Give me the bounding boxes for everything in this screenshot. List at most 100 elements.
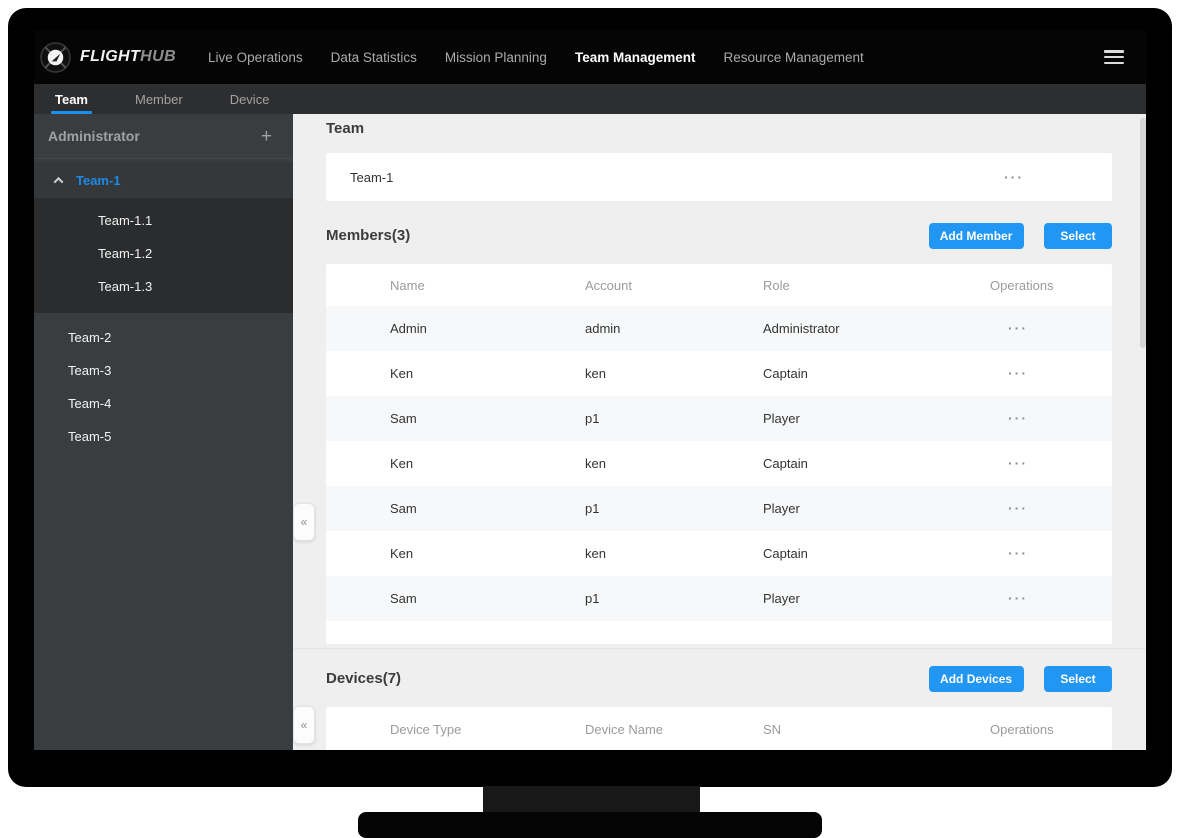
devices-table-header: Device Type Device Name SN Operations (326, 707, 1112, 750)
tab-device[interactable]: Device (228, 84, 272, 114)
member-role: Administrator (763, 321, 990, 336)
more-options-icon[interactable]: ··· (1004, 170, 1024, 184)
table-row: Sam p1 Player ··· (326, 486, 1112, 531)
sidebar-item-label: Team-1 (76, 173, 121, 188)
table-row: Sam p1 Player ··· (326, 396, 1112, 441)
app-body: Administrator + Team-1 Team-1.1 Team-1.2… (34, 114, 1146, 750)
sidebar-top-level-items: Team-2 Team-3 Team-4 Team-5 (34, 313, 293, 453)
more-options-icon[interactable]: ··· (1008, 455, 1028, 471)
nav-item-data-statistics[interactable]: Data Statistics (331, 50, 417, 65)
select-devices-button[interactable]: Select (1044, 666, 1112, 692)
more-options-icon[interactable]: ··· (1008, 545, 1028, 561)
table-row: Ken ken Captain ··· (326, 531, 1112, 576)
member-role: Captain (763, 456, 990, 471)
more-options-icon[interactable]: ··· (1008, 590, 1028, 606)
tab-bar: Team Member Device (34, 84, 1146, 114)
column-header-operations: Operations (990, 722, 1112, 737)
members-table-body: Admin admin Administrator ··· Ken ken Ca… (326, 306, 1112, 621)
member-account: p1 (585, 501, 763, 516)
column-header-sn: SN (763, 722, 990, 737)
chevron-up-icon (54, 176, 64, 186)
table-row: Admin admin Administrator ··· (326, 306, 1112, 351)
member-name: Ken (390, 456, 585, 471)
sidebar-item-team-1-3[interactable]: Team-1.3 (34, 270, 293, 303)
member-name: Ken (390, 546, 585, 561)
nav-item-team-management[interactable]: Team Management (575, 50, 696, 65)
tab-team[interactable]: Team (53, 84, 90, 114)
nav-menu: Live Operations Data Statistics Mission … (208, 50, 864, 65)
table-row: Ken ken Captain ··· (326, 441, 1112, 486)
column-header-account: Account (585, 278, 763, 293)
table-row: Ken ken Captain ··· (326, 351, 1112, 396)
brand-text-secondary: HUB (140, 48, 176, 65)
more-options-icon[interactable]: ··· (1008, 500, 1028, 516)
more-options-icon[interactable]: ··· (1008, 365, 1028, 381)
members-section-head: Members(3) Add Member Select (326, 222, 1112, 249)
brand-text: FLIGHTHUB (80, 48, 176, 66)
member-role: Captain (763, 546, 990, 561)
nav-item-mission-planning[interactable]: Mission Planning (445, 50, 547, 65)
brand[interactable]: FLIGHTHUB (40, 42, 176, 73)
sidebar-item-team-1[interactable]: Team-1 (34, 162, 293, 198)
sidebar-header: Administrator + (34, 114, 293, 159)
brand-text-primary: FLIGHT (80, 48, 140, 65)
devices-section-head: Devices(7) Add Devices Select (326, 665, 1112, 692)
members-table-header: Name Account Role Operations (326, 264, 1112, 306)
member-role: Captain (763, 366, 990, 381)
devices-table: Device Type Device Name SN Operations (326, 707, 1112, 750)
member-name: Sam (390, 591, 585, 606)
devices-section-title: Devices(7) (326, 670, 401, 687)
member-role: Player (763, 501, 990, 516)
tab-member[interactable]: Member (133, 84, 185, 114)
add-team-icon[interactable]: + (261, 127, 272, 146)
member-name: Ken (390, 366, 585, 381)
sidebar-item-team-4[interactable]: Team-4 (34, 387, 293, 420)
column-header-device-name: Device Name (585, 722, 763, 737)
team-1-children: Team-1.1 Team-1.2 Team-1.3 (34, 198, 293, 313)
add-devices-button[interactable]: Add Devices (929, 666, 1024, 692)
member-name: Sam (390, 501, 585, 516)
sidebar-item-team-3[interactable]: Team-3 (34, 354, 293, 387)
nav-item-resource-management[interactable]: Resource Management (723, 50, 863, 65)
hamburger-menu-icon[interactable] (1104, 50, 1124, 64)
sidebar-header-label: Administrator (48, 128, 140, 144)
more-options-icon[interactable]: ··· (1008, 320, 1028, 336)
team-card-name: Team-1 (350, 170, 393, 185)
members-table: Name Account Role Operations Admin admin… (326, 264, 1112, 644)
monitor-stand-neck (483, 786, 700, 813)
member-role: Player (763, 411, 990, 426)
member-account: p1 (585, 591, 763, 606)
top-navbar: FLIGHTHUB Live Operations Data Statistic… (34, 30, 1146, 84)
sidebar-item-team-5[interactable]: Team-5 (34, 420, 293, 453)
column-header-operations: Operations (990, 278, 1112, 293)
member-account: ken (585, 546, 763, 561)
members-section-title: Members(3) (326, 227, 410, 244)
member-role: Player (763, 591, 990, 606)
monitor-stand-base (358, 812, 822, 838)
more-options-icon[interactable]: ··· (1008, 410, 1028, 426)
member-account: ken (585, 456, 763, 471)
app-screen: FLIGHTHUB Live Operations Data Statistic… (34, 30, 1146, 750)
select-members-button[interactable]: Select (1044, 223, 1112, 249)
member-account: ken (585, 366, 763, 381)
sidebar-collapse-handle[interactable]: « (293, 706, 315, 744)
add-member-button[interactable]: Add Member (929, 223, 1024, 249)
sidebar-item-team-1-1[interactable]: Team-1.1 (34, 204, 293, 237)
members-actions: Add Member Select (929, 223, 1112, 249)
column-header-role: Role (763, 278, 990, 293)
devices-actions: Add Devices Select (929, 666, 1112, 692)
vertical-scrollbar-thumb[interactable] (1140, 118, 1146, 348)
nav-item-live-operations[interactable]: Live Operations (208, 50, 303, 65)
member-account: p1 (585, 411, 763, 426)
flighthub-logo-icon (40, 42, 71, 73)
table-row: Sam p1 Player ··· (326, 576, 1112, 621)
sidebar-collapse-handle[interactable]: « (293, 503, 315, 541)
content-inner: Team Team-1 ··· Members(3) Add Member Se… (326, 114, 1112, 750)
page: FLIGHTHUB Live Operations Data Statistic… (0, 0, 1180, 838)
team-section-title: Team (326, 114, 1112, 137)
main-content: « « Team Team-1 ··· Members(3) Add Membe… (293, 114, 1146, 750)
sidebar-item-team-1-2[interactable]: Team-1.2 (34, 237, 293, 270)
sidebar-item-team-2[interactable]: Team-2 (34, 321, 293, 354)
team-tree-sidebar: Administrator + Team-1 Team-1.1 Team-1.2… (34, 114, 293, 750)
member-name: Admin (390, 321, 585, 336)
